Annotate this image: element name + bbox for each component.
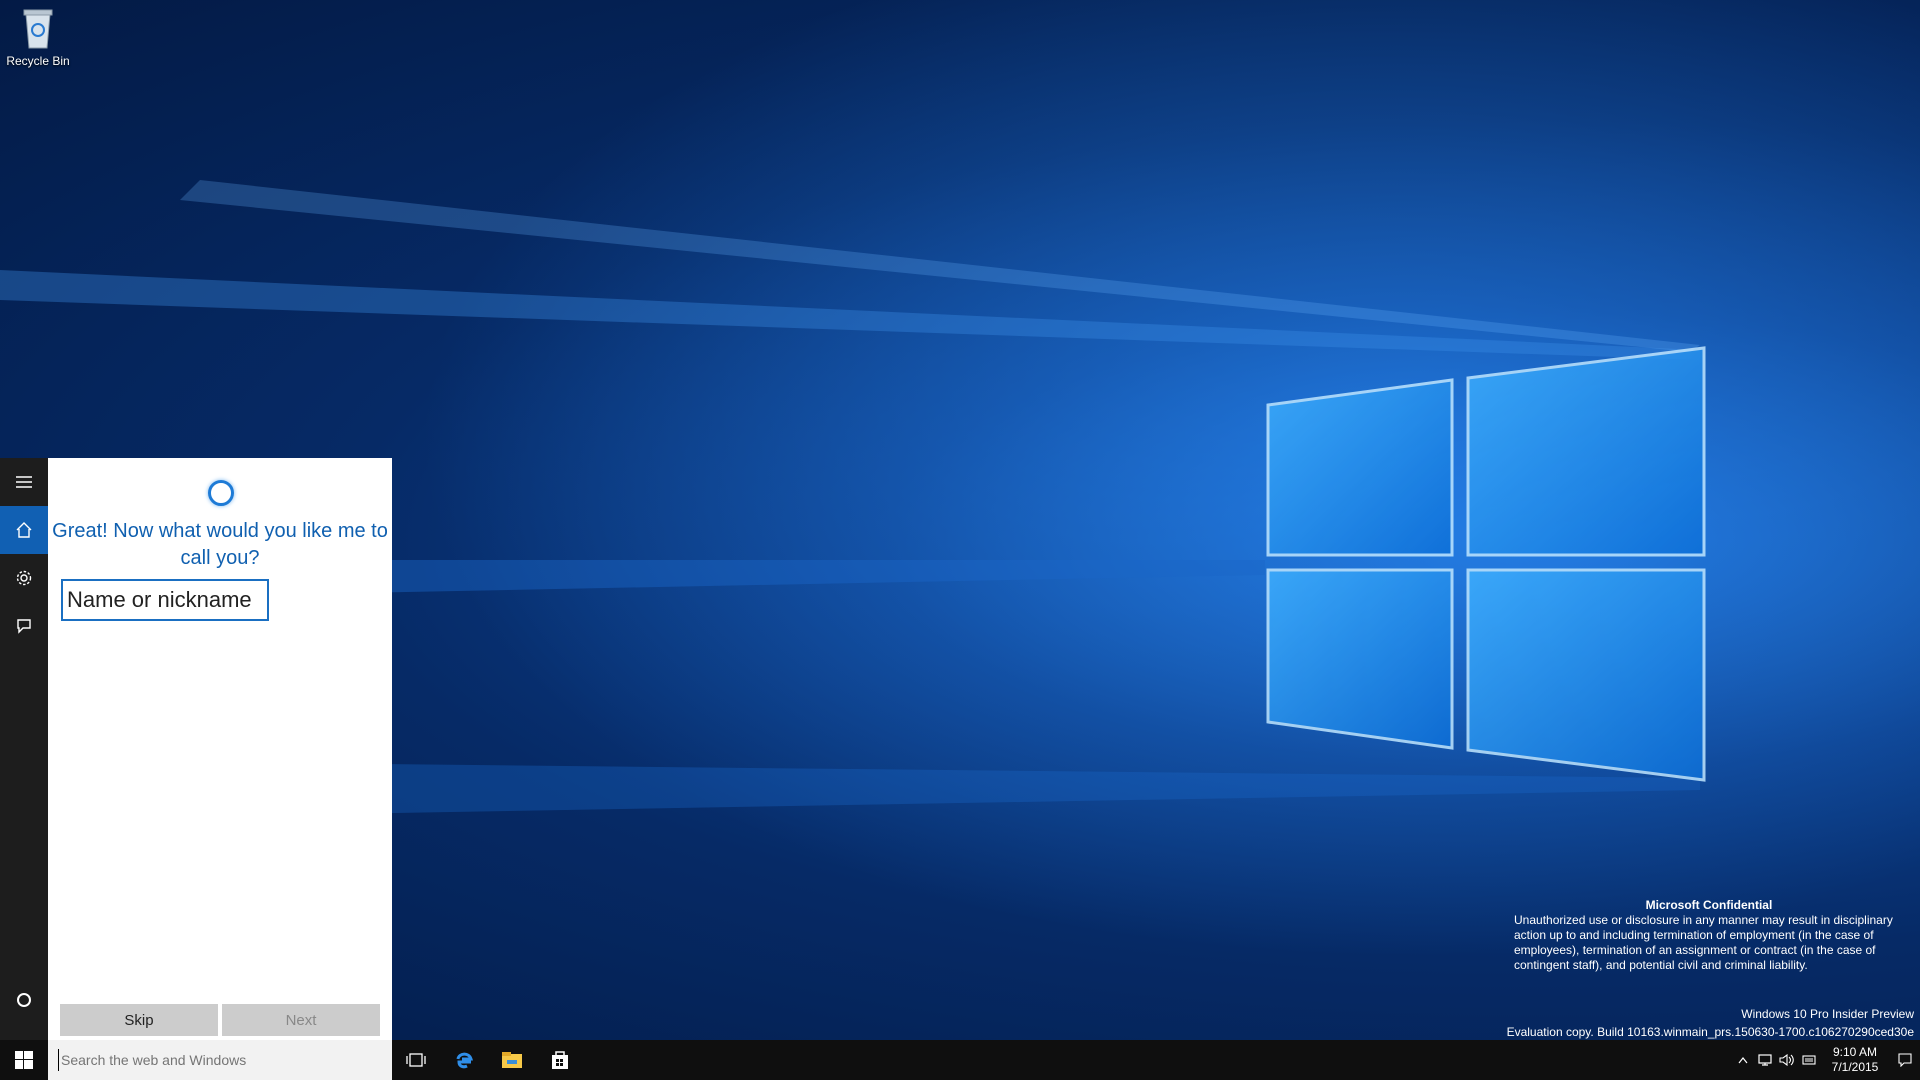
chevron-up-icon	[1738, 1057, 1748, 1064]
skip-button[interactable]: Skip	[60, 1004, 218, 1036]
cortana-button-row: Skip Next	[60, 1004, 380, 1036]
feedback-icon	[17, 619, 31, 634]
keyboard-button[interactable]	[1798, 1055, 1820, 1065]
search-input[interactable]	[58, 1049, 383, 1071]
action-center-icon	[1898, 1053, 1912, 1067]
taskbar: 9:10 AM 7/1/2015	[0, 1040, 1920, 1080]
edition-text: Windows 10 Pro Insider Preview	[1741, 1007, 1914, 1021]
task-view-icon	[406, 1053, 426, 1067]
settings-button[interactable]	[0, 554, 48, 602]
start-button[interactable]	[0, 1040, 48, 1080]
store-icon	[552, 1051, 568, 1069]
feedback-button[interactable]	[0, 602, 48, 650]
windows-logo-icon	[15, 1051, 33, 1069]
home-button[interactable]	[0, 506, 48, 554]
hamburger-menu-icon	[16, 476, 32, 488]
watermark-body: Unauthorized use or disclosure in any ma…	[1514, 913, 1893, 972]
confidential-watermark: Microsoft Confidential Unauthorized use …	[1514, 898, 1904, 973]
name-input[interactable]	[61, 579, 269, 621]
cortana-circle-icon	[17, 993, 31, 1007]
watermark-title: Microsoft Confidential	[1645, 898, 1773, 912]
store-button[interactable]	[536, 1040, 584, 1080]
file-explorer-button[interactable]	[488, 1040, 536, 1080]
edge-button[interactable]	[440, 1040, 488, 1080]
clock[interactable]: 9:10 AM 7/1/2015	[1820, 1045, 1890, 1075]
system-tray: 9:10 AM 7/1/2015	[1732, 1040, 1920, 1080]
volume-icon	[1779, 1054, 1794, 1066]
build-watermark: Windows 10 Pro Insider Preview Evaluatio…	[1507, 1005, 1914, 1041]
hamburger-button[interactable]	[0, 458, 48, 506]
keyboard-icon	[1802, 1055, 1816, 1065]
clock-date: 7/1/2015	[1831, 1060, 1879, 1074]
build-text: Evaluation copy. Build 10163.winmain_prs…	[1506, 1025, 1914, 1039]
clock-time: 9:10 AM	[1832, 1045, 1878, 1059]
volume-button[interactable]	[1776, 1054, 1798, 1066]
file-explorer-icon	[502, 1052, 522, 1068]
cortana-button[interactable]	[0, 976, 48, 1024]
task-view-button[interactable]	[392, 1040, 440, 1080]
search-box[interactable]	[48, 1040, 392, 1080]
gear-icon	[16, 570, 32, 586]
network-icon	[1758, 1054, 1772, 1066]
show-hidden-icons-button[interactable]	[1732, 1056, 1754, 1064]
network-button[interactable]	[1754, 1054, 1776, 1066]
cortana-prompt: Great! Now what would you like me to cal…	[52, 520, 388, 569]
desktop-icon-label: Recycle Bin	[6, 54, 70, 68]
cortana-rail	[0, 458, 48, 1040]
cortana-panel: Great! Now what would you like me to cal…	[48, 458, 392, 1040]
recycle-bin-icon	[23, 9, 53, 49]
cortana-ring-icon	[208, 480, 234, 506]
desktop-icon-recycle-bin[interactable]: Recycle Bin	[2, 6, 74, 68]
next-button[interactable]: Next	[222, 1004, 380, 1036]
action-center-button[interactable]	[1890, 1053, 1920, 1067]
edge-icon	[456, 1052, 473, 1069]
home-icon	[16, 522, 32, 538]
